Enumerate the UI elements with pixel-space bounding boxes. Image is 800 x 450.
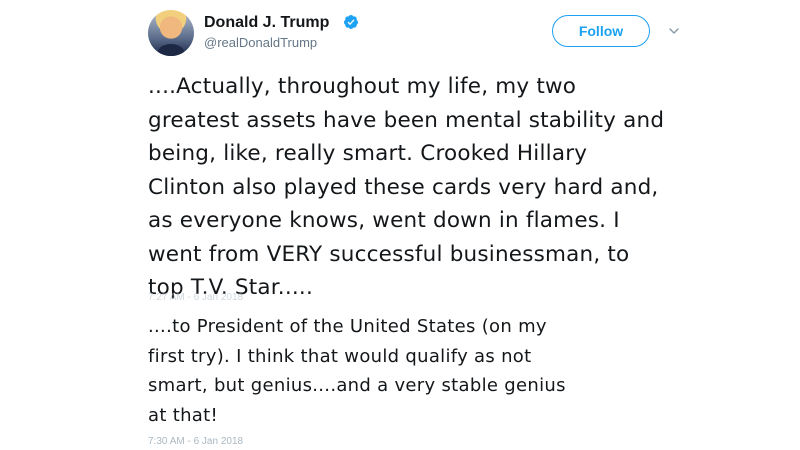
chevron-down-icon[interactable] (668, 25, 680, 37)
avatar[interactable] (148, 10, 194, 56)
follow-button[interactable]: Follow (552, 15, 650, 47)
tweet-timestamp[interactable]: 7:27 AM - 6 Jan 2018 (148, 292, 243, 300)
display-name[interactable]: Donald J. Trump (204, 14, 329, 32)
verified-badge-icon (343, 15, 358, 29)
user-handle[interactable]: @realDonaldTrump (204, 35, 317, 50)
tweet-text: ....to President of the United States (o… (148, 316, 566, 426)
tweet-timestamp[interactable]: 7:30 AM - 6 Jan 2018 (148, 436, 243, 447)
tweet-text: ....Actually, throughout my life, my two… (148, 74, 665, 300)
